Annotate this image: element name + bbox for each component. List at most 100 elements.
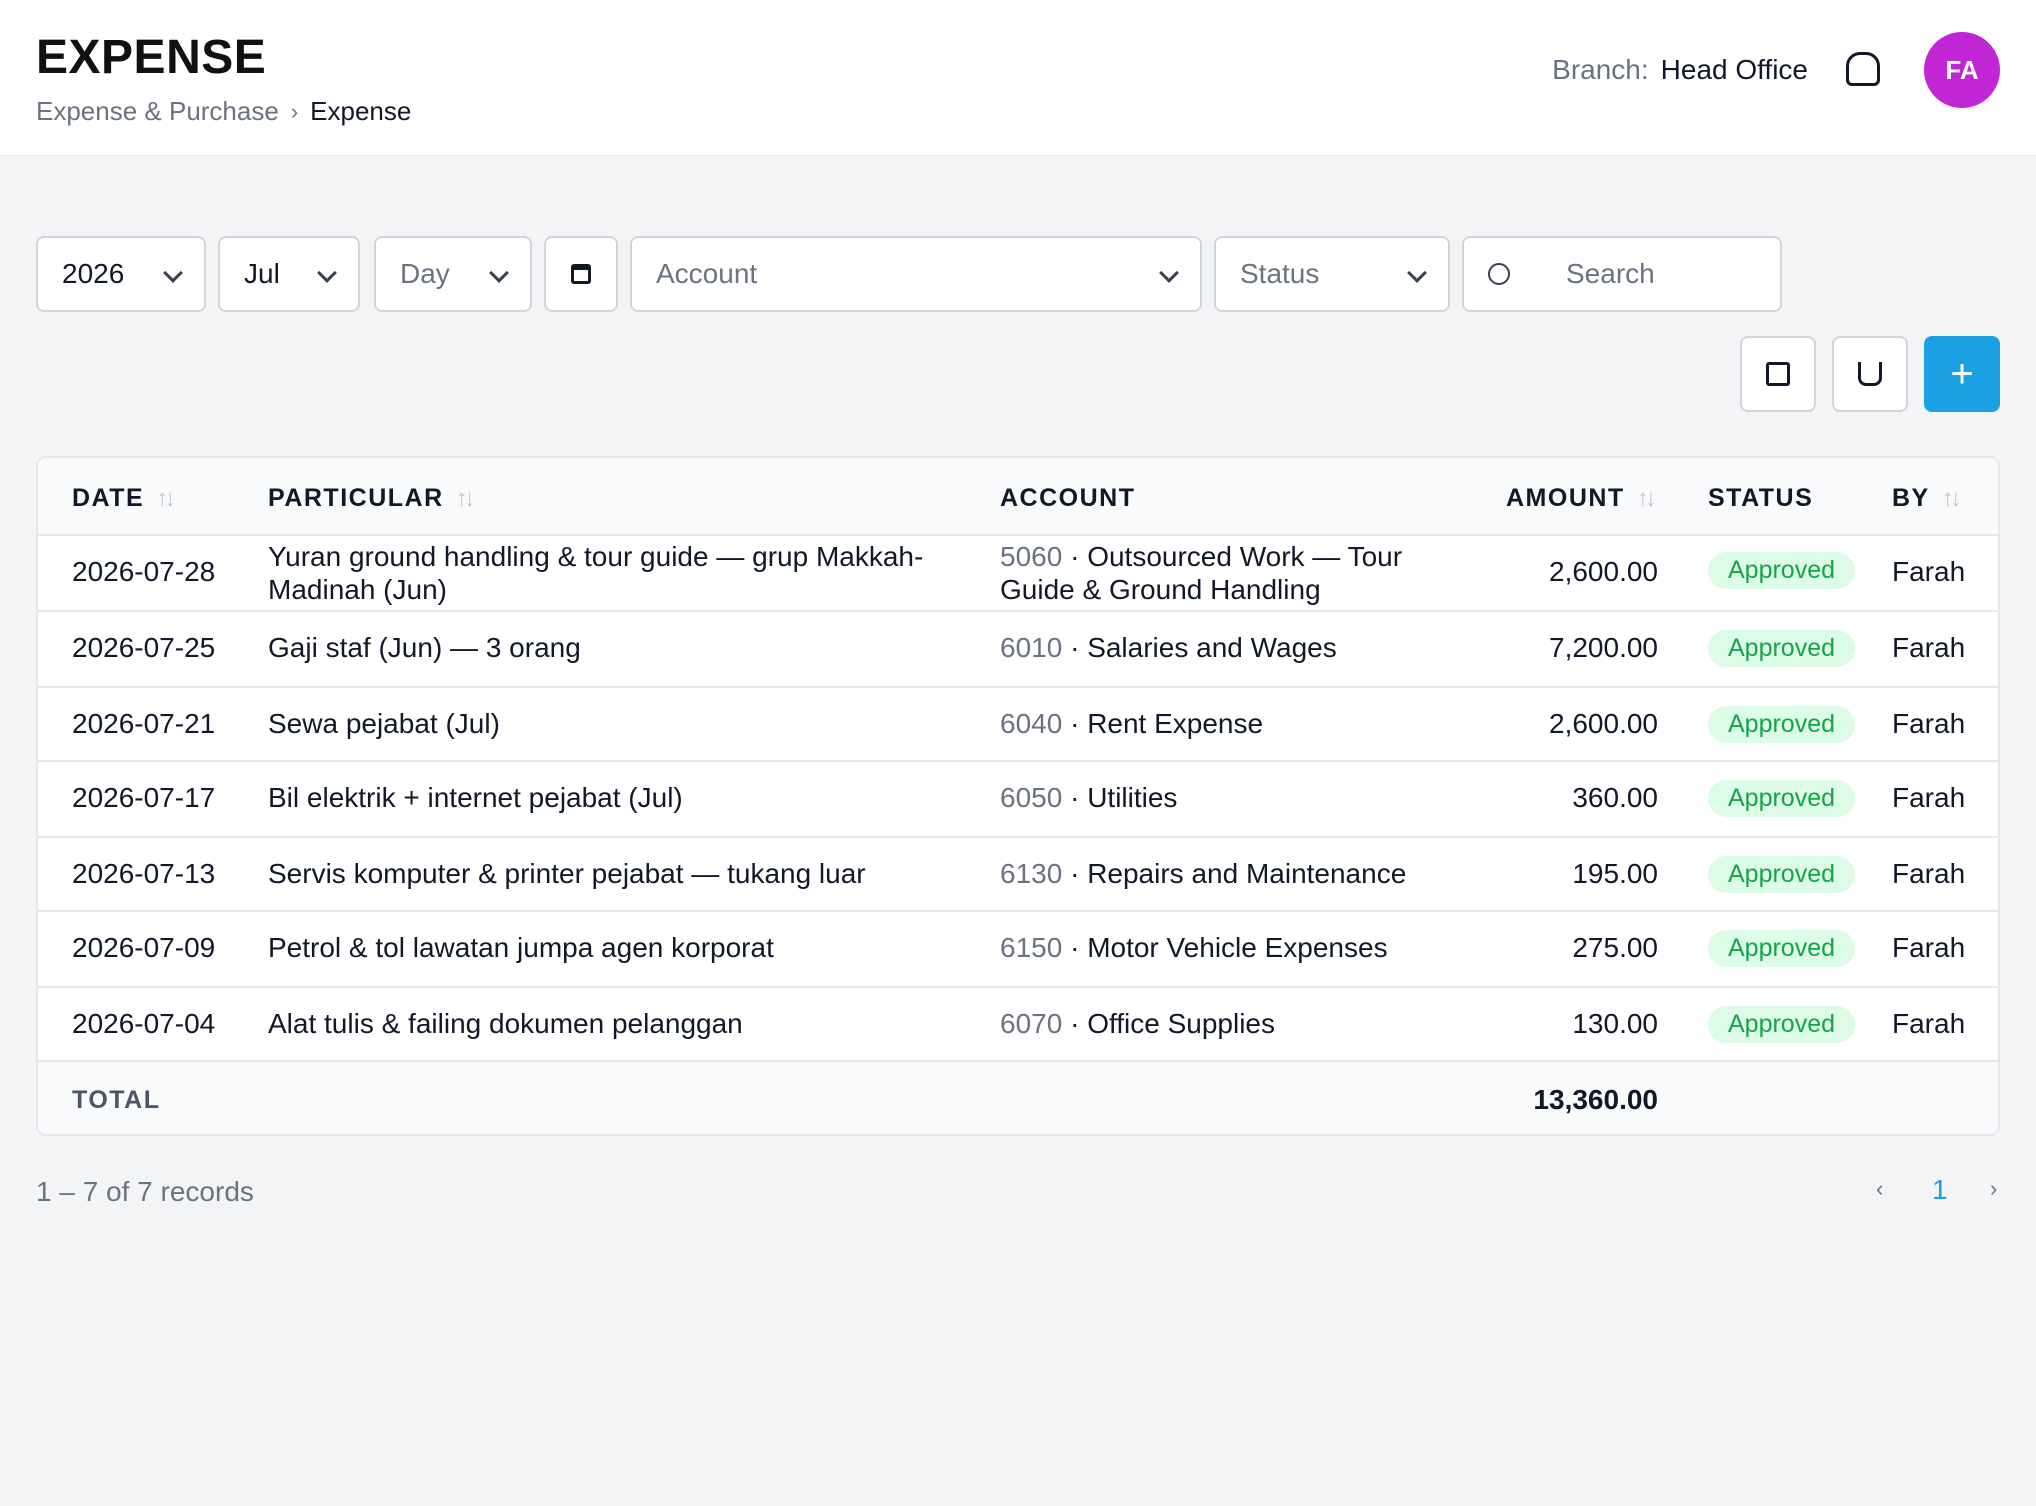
export-button[interactable] [1740, 336, 1816, 412]
column-header-particular[interactable]: PARTICULAR ↑↓ [268, 484, 476, 513]
table-header: DATE ↑↓ PARTICULAR ↑↓ ACCOUNT AMOUNT ↑↓ STA… [38, 458, 1998, 536]
search-input[interactable]: Search [1462, 236, 1782, 312]
table-row[interactable]: 2026-07-25 Gaji staf (Jun) — 3 orang 601… [38, 612, 1998, 688]
cell-date: 2026-07-25 [72, 632, 216, 663]
year-select-value: 2026 [62, 258, 125, 289]
column-header-status: STATUS [1708, 484, 1814, 512]
sort-icon: ↑↓ [1636, 484, 1657, 512]
records-summary: 1 – 7 of 7 records [36, 1176, 254, 1207]
table-row[interactable]: 2026-07-13 Servis komputer & printer pej… [38, 838, 1998, 912]
account-code: 6070 [1000, 1008, 1063, 1039]
cell-particular: Alat tulis & failing dokumen pelanggan [268, 1008, 743, 1039]
branch-value: Head Office [1660, 54, 1808, 85]
previous-page-button[interactable]: ‹ [1876, 1176, 1883, 1202]
account-separator: · [1070, 708, 1080, 739]
column-header-date[interactable]: DATE ↑↓ [72, 484, 176, 513]
cell-amount: 2,600.00 [1549, 556, 1658, 587]
cell-particular: Servis komputer & printer pejabat — tuka… [268, 858, 866, 889]
add-expense-button[interactable]: + [1924, 336, 2000, 412]
cell-account: 6070 · Office Supplies [1000, 1008, 1460, 1040]
cell-date: 2026-07-21 [72, 708, 216, 739]
sort-icon: ↑↓ [1941, 484, 1962, 512]
account-code: 6050 [1000, 782, 1063, 813]
account-name: Utilities [1087, 782, 1178, 813]
page-title: EXPENSE [36, 31, 267, 84]
day-select-placeholder: Day [400, 258, 450, 289]
page-header: EXPENSE Expense & Purchase › Expense Bra… [0, 0, 2036, 156]
tray-icon [1858, 362, 1882, 386]
column-header-account: ACCOUNT [1000, 484, 1136, 512]
cell-amount: 275.00 [1572, 932, 1658, 963]
month-select[interactable]: Jul [218, 236, 360, 312]
column-header-amount[interactable]: AMOUNT ↑↓ [1506, 484, 1657, 513]
account-select[interactable]: Account [630, 236, 1202, 312]
account-separator: · [1070, 541, 1080, 572]
account-separator: · [1070, 782, 1080, 813]
breadcrumb-current: Expense [310, 96, 412, 126]
status-badge: Approved [1708, 780, 1856, 817]
cell-date: 2026-07-17 [72, 782, 216, 813]
total-label: TOTAL [72, 1086, 161, 1114]
date-picker-button[interactable] [544, 236, 618, 312]
account-name: Repairs and Maintenance [1087, 858, 1407, 889]
account-name: Motor Vehicle Expenses [1087, 932, 1388, 963]
account-name: Rent Expense [1087, 708, 1264, 739]
status-badge: Approved [1708, 1006, 1856, 1043]
next-page-button[interactable]: › [1990, 1176, 1997, 1202]
cell-particular: Petrol & tol lawatan jumpa agen korporat [268, 932, 774, 963]
status-select-placeholder: Status [1240, 258, 1320, 289]
import-button[interactable] [1832, 336, 1908, 412]
cell-particular: Bil elektrik + internet pejabat (Jul) [268, 782, 683, 813]
page-1-button[interactable]: 1 [1932, 1174, 1948, 1206]
breadcrumb: Expense & Purchase › Expense [36, 96, 411, 127]
status-select[interactable]: Status [1214, 236, 1450, 312]
square-icon [1766, 362, 1790, 386]
column-header-by[interactable]: BY ↑↓ [1892, 484, 1962, 513]
total-amount: 13,360.00 [1533, 1084, 1658, 1115]
status-badge: Approved [1708, 706, 1856, 743]
month-select-value: Jul [244, 258, 280, 289]
year-select[interactable]: 2026 [36, 236, 206, 312]
account-code: 6040 [1000, 708, 1063, 739]
search-placeholder: Search [1566, 258, 1655, 289]
search-icon [1488, 263, 1510, 285]
cell-particular: Gaji staf (Jun) — 3 orang [268, 632, 581, 663]
account-code: 6010 [1000, 632, 1063, 663]
cell-account: 6130 · Repairs and Maintenance [1000, 858, 1460, 890]
cell-amount: 195.00 [1572, 858, 1658, 889]
cell-by: Farah [1892, 1008, 1966, 1039]
cell-date: 2026-07-09 [72, 932, 216, 963]
cell-by: Farah [1892, 782, 1966, 813]
day-select[interactable]: Day [374, 236, 532, 312]
status-badge: Approved [1708, 630, 1856, 667]
account-code: 6150 [1000, 932, 1063, 963]
branch-selector[interactable]: Branch: Head Office [1552, 54, 1808, 86]
sort-icon: ↑↓ [455, 484, 476, 512]
account-separator: · [1070, 1008, 1080, 1039]
table-row[interactable]: 2026-07-17 Bil elektrik + internet pejab… [38, 762, 1998, 838]
cell-by: Farah [1892, 932, 1966, 963]
breadcrumb-parent-link[interactable]: Expense & Purchase [36, 96, 279, 127]
cell-account: 6040 · Rent Expense [1000, 708, 1460, 740]
cell-by: Farah [1892, 556, 1966, 587]
cell-by: Farah [1892, 708, 1966, 739]
cell-by: Farah [1892, 858, 1966, 889]
account-separator: · [1070, 858, 1080, 889]
avatar[interactable]: FA [1924, 32, 2000, 108]
branch-label: Branch: [1552, 54, 1649, 85]
cell-account: 5060 · Outsourced Work — Tour Guide & Gr… [1000, 540, 1460, 606]
chevron-down-icon [163, 263, 183, 283]
table-row[interactable]: 2026-07-09 Petrol & tol lawatan jumpa ag… [38, 912, 1998, 988]
status-badge: Approved [1708, 856, 1856, 893]
expense-table: DATE ↑↓ PARTICULAR ↑↓ ACCOUNT AMOUNT ↑↓ STA… [36, 456, 2000, 1136]
table-row[interactable]: 2026-07-28 Yuran ground handling & tour … [38, 536, 1998, 612]
table-row[interactable]: 2026-07-21 Sewa pejabat (Jul) 6040 · Ren… [38, 688, 1998, 762]
account-name: Office Supplies [1087, 1008, 1275, 1039]
table-row[interactable]: 2026-07-04 Alat tulis & failing dokumen … [38, 988, 1998, 1062]
account-separator: · [1070, 632, 1080, 663]
account-separator: · [1070, 932, 1080, 963]
chevron-down-icon [317, 263, 337, 283]
bell-icon[interactable] [1846, 52, 1880, 86]
cell-by: Farah [1892, 632, 1966, 663]
cell-particular: Sewa pejabat (Jul) [268, 708, 500, 739]
